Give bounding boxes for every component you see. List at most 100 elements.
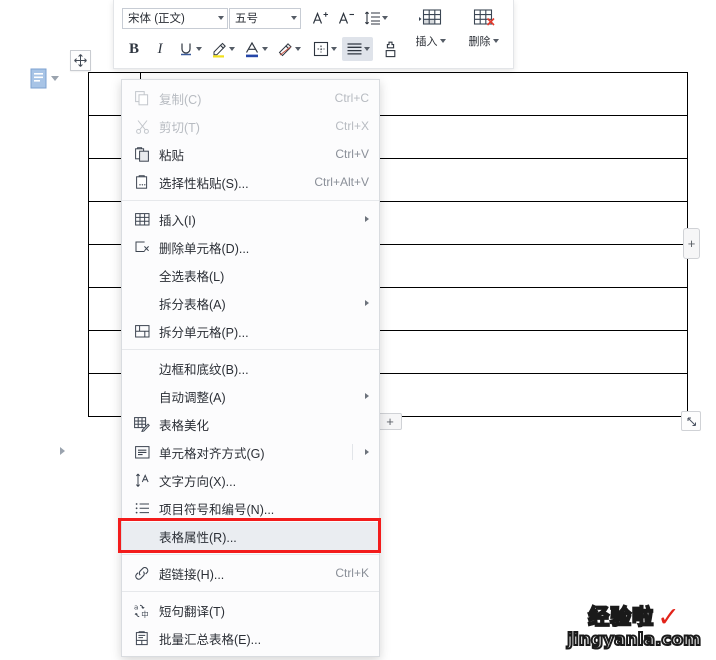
menu-item-shortcut: Ctrl+V bbox=[335, 147, 369, 161]
svg-text:中: 中 bbox=[141, 610, 148, 618]
floating-format-toolbar[interactable]: 宋体 (正文) 五号 B I 插入 删除 bbox=[113, 0, 514, 69]
menu-item-shortcut: Ctrl+X bbox=[335, 119, 369, 133]
chevron-down-icon[interactable] bbox=[382, 16, 388, 20]
bold-label: B bbox=[128, 40, 139, 57]
menu-item-16[interactable]: 超链接(H)... Ctrl+K bbox=[122, 559, 379, 587]
menu-item-label: 粘贴 bbox=[159, 148, 185, 163]
paste-icon bbox=[131, 146, 153, 162]
menu-item-0: 复制(C) Ctrl+C bbox=[122, 84, 379, 112]
add-column-button[interactable]: + bbox=[683, 228, 700, 259]
format-painter-button[interactable] bbox=[378, 37, 402, 61]
menu-item-18[interactable]: 批量汇总表格(E)... bbox=[122, 624, 379, 652]
insert-table-icon bbox=[418, 6, 444, 32]
delete-table-label: 删除 bbox=[469, 33, 499, 49]
chevron-down-icon[interactable] bbox=[196, 47, 202, 51]
menu-item-label: 超链接(H)... bbox=[159, 567, 225, 582]
submenu-arrow-icon bbox=[365, 300, 369, 306]
menu-item-label: 边框和底纹(B)... bbox=[159, 362, 249, 377]
italic-button[interactable]: I bbox=[148, 37, 172, 61]
menu-item-1: 剪切(T) Ctrl+X bbox=[122, 112, 379, 140]
submenu-arrow-icon bbox=[365, 449, 369, 455]
menu-item-label: 文字方向(X)... bbox=[159, 474, 237, 489]
text-direction-icon bbox=[131, 473, 153, 488]
borders-button[interactable] bbox=[309, 37, 340, 61]
menu-item-15[interactable]: 表格属性(R)... bbox=[122, 522, 379, 550]
menu-item-13[interactable]: 文字方向(X)... bbox=[122, 466, 379, 494]
menu-item-2[interactable]: 粘贴 Ctrl+V bbox=[122, 140, 379, 168]
menu-item-8[interactable]: 拆分单元格(P)... bbox=[122, 317, 379, 345]
menu-separator bbox=[122, 591, 379, 592]
menu-item-17[interactable]: a 中 短句翻译(T) bbox=[122, 596, 379, 624]
chevron-down-icon[interactable] bbox=[439, 39, 446, 43]
menu-item-10[interactable]: 自动调整(A) bbox=[122, 382, 379, 410]
menu-item-14[interactable]: 项目符号和编号(N)... bbox=[122, 494, 379, 522]
chevron-down-icon[interactable] bbox=[51, 76, 59, 81]
menu-item-shortcut: Ctrl+K bbox=[335, 566, 369, 580]
menu-item-11[interactable]: 表格美化 bbox=[122, 410, 379, 438]
watermark: 经验啦 ✓ jingyanla.com bbox=[560, 604, 708, 654]
menu-item-6[interactable]: 全选表格(L) bbox=[122, 261, 379, 289]
menu-item-label: 拆分表格(A) bbox=[159, 297, 226, 312]
menu-item-12[interactable]: 单元格对齐方式(G) bbox=[122, 438, 379, 466]
split-cell-icon bbox=[131, 324, 153, 338]
insert-table-label: 插入 bbox=[416, 33, 446, 49]
menu-item-label: 表格美化 bbox=[159, 418, 210, 433]
font-name-combo[interactable]: 宋体 (正文) bbox=[122, 7, 228, 29]
chevron-down-icon[interactable] bbox=[492, 39, 499, 43]
paste-options-button[interactable] bbox=[30, 68, 59, 89]
delete-table-icon bbox=[471, 6, 497, 32]
chevron-down-icon[interactable] bbox=[331, 47, 337, 51]
submenu-arrow-icon bbox=[365, 393, 369, 399]
menu-item-label: 短句翻译(T) bbox=[159, 604, 225, 619]
chevron-down-icon[interactable] bbox=[218, 16, 224, 20]
menu-item-label: 插入(I) bbox=[159, 213, 196, 228]
menu-separator bbox=[122, 349, 379, 350]
cut-icon bbox=[131, 119, 153, 134]
menu-item-label: 单元格对齐方式(G) bbox=[159, 446, 265, 461]
underline-button[interactable] bbox=[174, 37, 205, 61]
menu-item-4[interactable]: 插入(I) bbox=[122, 205, 379, 233]
chevron-down-icon[interactable] bbox=[291, 16, 297, 20]
line-spacing-button[interactable] bbox=[360, 6, 391, 30]
chevron-down-icon[interactable] bbox=[364, 47, 370, 51]
table-beautify-icon bbox=[131, 416, 153, 432]
menu-item-label: 选择性粘贴(S)... bbox=[159, 176, 249, 191]
menu-item-shortcut: Ctrl+Alt+V bbox=[314, 175, 369, 189]
menu-item-7[interactable]: 拆分表格(A) bbox=[122, 289, 379, 317]
chevron-down-icon[interactable] bbox=[262, 47, 268, 51]
table-actions-group: 插入 删除 bbox=[407, 6, 507, 49]
delete-table-button[interactable]: 删除 bbox=[460, 6, 507, 49]
insert-table-button[interactable]: 插入 bbox=[407, 6, 454, 49]
font-size-combo[interactable]: 五号 bbox=[229, 7, 301, 29]
add-row-button[interactable]: + bbox=[378, 413, 402, 430]
shading-button[interactable] bbox=[273, 37, 304, 61]
copy-icon bbox=[131, 90, 153, 106]
watermark-domain-text: jingyanla.com bbox=[566, 630, 702, 650]
menu-item-shortcut: Ctrl+C bbox=[334, 91, 369, 105]
chevron-down-icon[interactable] bbox=[229, 47, 235, 51]
menu-item-label: 自动调整(A) bbox=[159, 390, 226, 405]
batch-summary-icon bbox=[131, 630, 153, 646]
highlight-color-button[interactable] bbox=[207, 37, 238, 61]
font-color-button[interactable] bbox=[240, 37, 271, 61]
bold-button[interactable]: B bbox=[122, 37, 146, 61]
menu-item-9[interactable]: 边框和底纹(B)... bbox=[122, 354, 379, 382]
menu-separator bbox=[122, 554, 379, 555]
menu-item-5[interactable]: 删除单元格(D)... bbox=[122, 233, 379, 261]
table-move-handle[interactable] bbox=[70, 50, 91, 71]
hyperlink-icon bbox=[131, 566, 153, 581]
context-menu[interactable]: 复制(C) Ctrl+C 剪切(T) Ctrl+X 粘贴 Ctrl+V 选择性粘贴(S)..… bbox=[121, 79, 380, 657]
grow-font-button[interactable] bbox=[308, 6, 332, 30]
chevron-down-icon[interactable] bbox=[295, 47, 301, 51]
menu-item-label: 删除单元格(D)... bbox=[159, 241, 250, 256]
shrink-font-button[interactable] bbox=[334, 6, 358, 30]
svg-text:a: a bbox=[134, 603, 138, 611]
paragraph-align-button[interactable] bbox=[342, 37, 373, 61]
paste-special-icon bbox=[131, 174, 153, 190]
menu-item-3[interactable]: 选择性粘贴(S)... Ctrl+Alt+V bbox=[122, 168, 379, 196]
bullets-numbering-icon bbox=[131, 502, 153, 515]
menu-item-label: 复制(C) bbox=[159, 92, 202, 107]
font-name-value: 宋体 (正文) bbox=[128, 13, 185, 25]
menu-item-label: 批量汇总表格(E)... bbox=[159, 632, 262, 647]
table-resize-handle[interactable] bbox=[681, 411, 701, 431]
